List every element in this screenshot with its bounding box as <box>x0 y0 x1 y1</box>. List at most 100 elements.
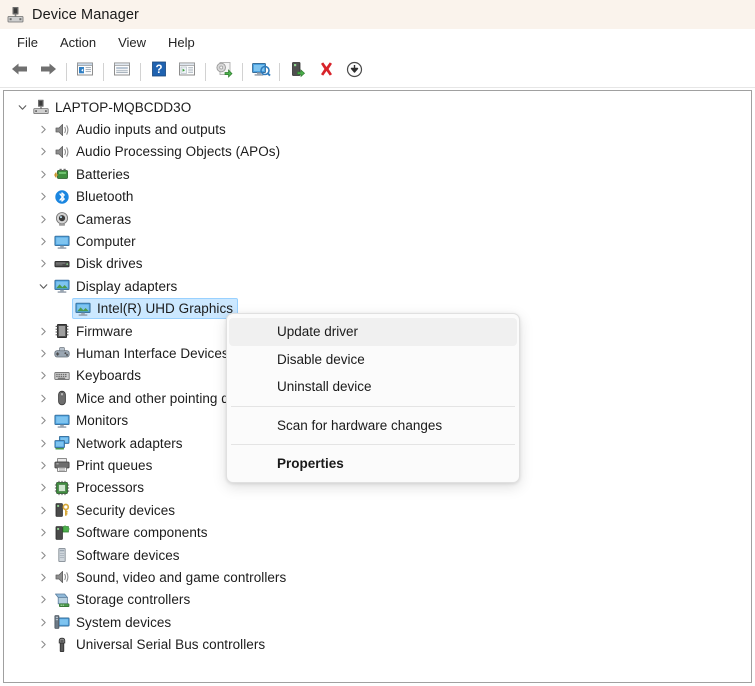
chevron-right-icon[interactable] <box>35 569 51 585</box>
printer-icon <box>54 457 70 473</box>
tree-node-audio-inputs-and-outputs[interactable]: Audio inputs and outputs <box>4 118 751 140</box>
tree-node-content[interactable]: Software components <box>51 522 213 543</box>
uninstall-device-icon <box>318 61 335 83</box>
toolbar-forward[interactable] <box>34 59 62 85</box>
menu-view[interactable]: View <box>107 32 157 53</box>
tree-node-content[interactable]: Keyboards <box>51 365 146 386</box>
chevron-right-icon[interactable] <box>35 592 51 608</box>
tree-node-software-components[interactable]: Software components <box>4 521 751 543</box>
tree-node-content[interactable]: Network adapters <box>51 433 188 454</box>
tree-node-content[interactable]: Cameras <box>51 209 136 230</box>
chevron-right-icon[interactable] <box>35 368 51 384</box>
tree-node-system-devices[interactable]: System devices <box>4 611 751 633</box>
chevron-right-icon[interactable] <box>35 637 51 653</box>
tree-node-content[interactable]: Universal Serial Bus controllers <box>51 634 270 655</box>
chevron-right-icon[interactable] <box>35 166 51 182</box>
chevron-right-icon[interactable] <box>35 211 51 227</box>
tree-node-disk-drives[interactable]: Disk drives <box>4 253 751 275</box>
toolbar-properties[interactable] <box>108 59 136 85</box>
tree-node-storage-controllers[interactable]: Storage controllers <box>4 589 751 611</box>
chevron-right-icon[interactable] <box>35 256 51 272</box>
tree-node-audio-processing-objects-apos[interactable]: Audio Processing Objects (APOs) <box>4 141 751 163</box>
chevron-down-icon[interactable] <box>35 278 51 294</box>
tree-node-content[interactable]: Software devices <box>51 545 185 566</box>
tree-node-content[interactable]: Display adapters <box>51 276 182 297</box>
tree-node-sound-video-and-game-controllers[interactable]: Sound, video and game controllers <box>4 566 751 588</box>
toolbar-scan-hardware[interactable] <box>247 59 275 85</box>
tree-node-content[interactable]: Sound, video and game controllers <box>51 567 291 588</box>
ctx-disable-device[interactable]: Disable device <box>229 346 517 374</box>
tree-node-batteries[interactable]: Batteries <box>4 163 751 185</box>
tree-node-label: Intel(R) UHD Graphics <box>97 301 234 317</box>
chevron-right-icon[interactable] <box>35 122 51 138</box>
svg-text:?: ? <box>155 64 162 76</box>
tree-node-software-devices[interactable]: Software devices <box>4 544 751 566</box>
toolbar-console-tree[interactable] <box>71 59 99 85</box>
toolbar-help[interactable]: ? <box>145 59 173 85</box>
usb-icon <box>54 637 70 653</box>
chevron-right-icon[interactable] <box>35 390 51 406</box>
tree-node-content[interactable]: Bluetooth <box>51 186 139 207</box>
tree-node-content[interactable]: Firmware <box>51 321 138 342</box>
chevron-down-icon[interactable] <box>14 99 30 115</box>
ctx-properties[interactable]: Properties <box>229 450 517 478</box>
tree-node-content[interactable]: Monitors <box>51 410 133 431</box>
tree-node-content[interactable]: LAPTOP-MQBCDD3O <box>30 97 196 118</box>
menu-action[interactable]: Action <box>49 32 107 53</box>
chevron-right-icon[interactable] <box>35 323 51 339</box>
chevron-right-icon[interactable] <box>35 525 51 541</box>
tree-node-security-devices[interactable]: Security devices <box>4 499 751 521</box>
menu-help[interactable]: Help <box>157 32 206 53</box>
tree-node-content[interactable]: Audio Processing Objects (APOs) <box>51 141 285 162</box>
chevron-right-icon[interactable] <box>35 502 51 518</box>
display-adapter-icon <box>54 278 70 294</box>
chevron-right-icon[interactable] <box>35 457 51 473</box>
tree-node-content[interactable]: Batteries <box>51 164 135 185</box>
ctx-uninstall-device[interactable]: Uninstall device <box>229 373 517 401</box>
scan-hardware-changes-icon <box>251 61 271 83</box>
toolbar-action-pane[interactable] <box>173 59 201 85</box>
tree-node-display-adapters[interactable]: Display adapters <box>4 275 751 297</box>
tree-node-content[interactable]: Processors <box>51 477 149 498</box>
back-arrow-icon <box>10 61 30 82</box>
chevron-right-icon[interactable] <box>35 234 51 250</box>
chevron-right-icon[interactable] <box>35 614 51 630</box>
window-title: Device Manager <box>32 6 139 23</box>
menu-file[interactable]: File <box>6 32 49 53</box>
forward-arrow-icon <box>38 61 58 82</box>
tree-node-content[interactable]: Audio inputs and outputs <box>51 119 231 140</box>
tree-node-content[interactable]: Security devices <box>51 500 180 521</box>
toolbar-disable-device[interactable] <box>340 59 368 85</box>
ctx-update-driver[interactable]: Update driver <box>229 318 517 346</box>
tree-node-laptop-mqbcdd3o[interactable]: LAPTOP-MQBCDD3O <box>4 96 751 118</box>
chevron-right-icon[interactable] <box>35 144 51 160</box>
tree-node-content[interactable]: Disk drives <box>51 253 148 274</box>
tree-node-cameras[interactable]: Cameras <box>4 208 751 230</box>
tree-node-bluetooth[interactable]: Bluetooth <box>4 186 751 208</box>
tree-node-content[interactable]: Print queues <box>51 455 157 476</box>
ctx-scan-hardware-changes[interactable]: Scan for hardware changes <box>229 412 517 440</box>
chevron-right-icon[interactable] <box>35 345 51 361</box>
tree-node-label: Network adapters <box>76 435 183 451</box>
toolbar-update-driver[interactable] <box>210 59 238 85</box>
toolbar-separator-3 <box>140 62 141 81</box>
tree-node-content[interactable]: Intel(R) UHD Graphics <box>72 298 239 320</box>
device-context-menu[interactable]: Update driver Disable device Uninstall dev… <box>226 313 520 483</box>
chevron-right-icon[interactable] <box>35 435 51 451</box>
tree-node-content[interactable]: Storage controllers <box>51 589 195 610</box>
tree-node-universal-serial-bus-controllers[interactable]: Universal Serial Bus controllers <box>4 633 751 655</box>
toolbar-back[interactable] <box>6 59 34 85</box>
toolbar-uninstall-device[interactable] <box>312 59 340 85</box>
chevron-right-icon[interactable] <box>35 547 51 563</box>
chevron-right-icon[interactable] <box>35 480 51 496</box>
chevron-right-icon[interactable] <box>35 413 51 429</box>
toolbar-enable-device[interactable] <box>284 59 312 85</box>
tree-node-computer[interactable]: Computer <box>4 230 751 252</box>
toolbar: ? <box>0 56 755 88</box>
tree-node-content[interactable]: System devices <box>51 612 176 633</box>
show-hide-action-pane-icon <box>178 61 196 82</box>
chevron-right-icon[interactable] <box>35 189 51 205</box>
tree-node-content[interactable]: Computer <box>51 231 141 252</box>
tree-node-content[interactable]: Human Interface Devices <box>51 343 234 364</box>
tree-node-label: Display adapters <box>76 278 178 294</box>
